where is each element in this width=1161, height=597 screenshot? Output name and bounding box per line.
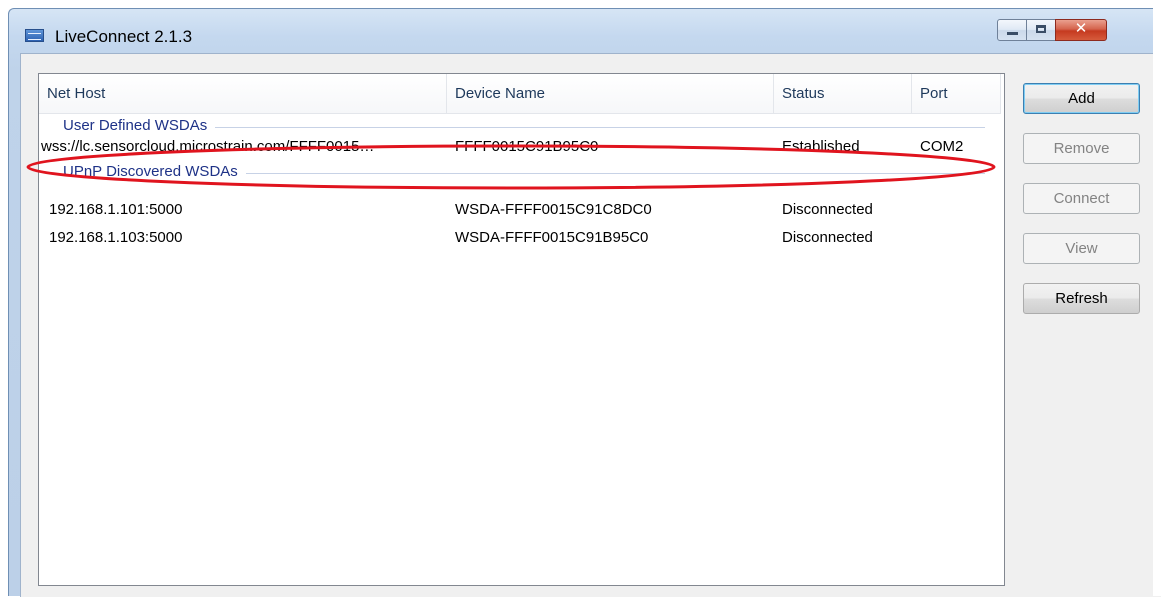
column-header-device-name[interactable]: Device Name — [447, 74, 774, 113]
cell-net-host: 192.168.1.103:5000 — [49, 229, 183, 246]
table-row[interactable]: wss://lc.sensorcloud.microstrain.com/FFF… — [39, 134, 1001, 159]
title-bar[interactable]: LiveConnect 2.1.3 ✕ — [9, 9, 1161, 53]
wsda-list[interactable]: Net Host Device Name Status Port User De… — [38, 73, 1005, 586]
table-row[interactable]: 192.168.1.101:5000 WSDA-FFFF0015C91C8DC0… — [39, 197, 1001, 222]
cell-device-name: WSDA-FFFF0015C91C8DC0 — [455, 201, 652, 218]
page-margin — [1153, 0, 1161, 596]
cell-net-host: wss://lc.sensorcloud.microstrain.com/FFF… — [41, 138, 375, 155]
column-header-status[interactable]: Status — [774, 74, 912, 113]
close-icon: ✕ — [1074, 19, 1088, 37]
cell-device-name: WSDA-FFFF0015C91B95C0 — [455, 229, 649, 246]
column-header-net-host[interactable]: Net Host — [39, 74, 447, 113]
maximize-icon — [1036, 25, 1046, 33]
refresh-button[interactable]: Refresh — [1023, 283, 1140, 314]
cell-port: COM2 — [920, 138, 964, 155]
close-button[interactable]: ✕ — [1055, 19, 1107, 41]
cell-status: Disconnected — [782, 229, 873, 246]
group-header-user-defined[interactable]: User Defined WSDAs — [63, 117, 216, 134]
cell-net-host: 192.168.1.101:5000 — [49, 201, 183, 218]
column-header-port[interactable]: Port — [912, 74, 1001, 113]
client-area: Net Host Device Name Status Port User De… — [20, 53, 1161, 597]
view-button[interactable]: View — [1023, 233, 1140, 264]
remove-button[interactable]: Remove — [1023, 133, 1140, 164]
minimize-icon — [1007, 32, 1018, 35]
table-row[interactable]: 192.168.1.103:5000 WSDA-FFFF0015C91B95C0… — [39, 225, 1001, 250]
minimize-button[interactable] — [997, 19, 1027, 41]
maximize-button[interactable] — [1026, 19, 1056, 41]
app-window: LiveConnect 2.1.3 ✕ Net Host Device Name… — [8, 8, 1161, 597]
add-button[interactable]: Add — [1023, 83, 1140, 114]
cell-status: Disconnected — [782, 201, 873, 218]
app-icon — [25, 29, 44, 42]
connect-button[interactable]: Connect — [1023, 183, 1140, 214]
list-header: Net Host Device Name Status Port — [39, 74, 1001, 114]
group-header-upnp-discovered[interactable]: UPnP Discovered WSDAs — [63, 163, 246, 180]
cell-status: Established — [782, 138, 860, 155]
cell-device-name: FFFF0015C91B95C0 — [455, 138, 599, 155]
window-title: LiveConnect 2.1.3 — [55, 27, 193, 46]
